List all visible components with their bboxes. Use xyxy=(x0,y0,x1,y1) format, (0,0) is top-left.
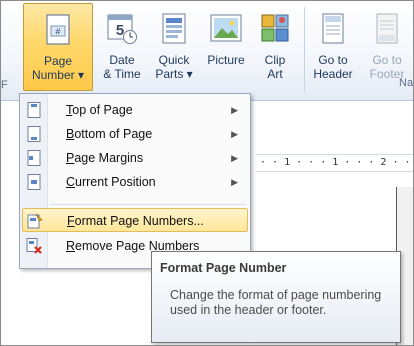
menu-item-bottom-of-page[interactable]: Bottom of Page ▶ xyxy=(22,122,248,146)
tooltip-body: Change the format of page numbering used… xyxy=(170,288,382,317)
menu-item-page-margins[interactable]: Page Margins ▶ xyxy=(22,146,248,170)
menu-item-format-page-numbers[interactable]: Format Page Numbers... xyxy=(22,208,248,232)
page-number-icon: # xyxy=(45,14,71,49)
calendar-number: 5 xyxy=(116,22,124,39)
submenu-arrow-icon: ▶ xyxy=(231,129,238,139)
go-to-header-label-line1: Go to xyxy=(318,53,348,67)
remove-page-numbers-icon xyxy=(26,238,42,254)
submenu-arrow-icon: ▶ xyxy=(231,177,238,187)
menu-item-label: Current Position xyxy=(66,175,156,189)
clip-art-button[interactable]: Clip Art xyxy=(255,3,295,91)
format-page-numbers-icon xyxy=(27,213,43,229)
page-margins-icon xyxy=(26,150,42,166)
submenu-arrow-icon: ▶ xyxy=(231,105,238,115)
submenu-arrow-icon: ▶ xyxy=(231,153,238,163)
date-time-label-line2: & Time xyxy=(103,67,141,81)
menu-item-label: Page Margins xyxy=(66,151,144,165)
go-to-header-icon xyxy=(321,13,345,48)
current-position-icon xyxy=(26,174,42,190)
menu-item-current-position[interactable]: Current Position ▶ xyxy=(22,170,248,194)
quick-parts-label-line2: Parts ▾ xyxy=(155,67,193,81)
clip-art-icon xyxy=(260,13,290,46)
tooltip-title: Format Page Number xyxy=(160,261,287,275)
group-label-partial-left: F xyxy=(1,79,8,91)
go-to-header-button[interactable]: Go to Header xyxy=(309,3,357,91)
clip-art-label-line2: Art xyxy=(267,67,283,81)
menu-item-label: Bottom of Page xyxy=(66,127,153,141)
page-number-label-line2: Number ▾ xyxy=(31,68,85,82)
quick-parts-label-line1: Quick xyxy=(158,53,190,67)
format-page-number-tooltip: Format Page Number Change the format of … xyxy=(151,251,401,343)
date-time-button[interactable]: 5 Date & Time xyxy=(99,3,145,91)
calendar-clock-icon: 5 xyxy=(106,13,138,48)
picture-button[interactable]: Picture xyxy=(201,3,251,91)
bottom-of-page-icon xyxy=(26,126,42,142)
horizontal-ruler[interactable]: · · 1 · · · 1 · · · 2 · · · 3 · · · 4 · xyxy=(256,154,413,172)
ribbon: F # Page Number ▾ 5 Date & Time Quick Pa… xyxy=(1,1,414,101)
page-number-button[interactable]: # Page Number ▾ xyxy=(23,3,93,91)
go-to-footer-label-line1: Go to xyxy=(372,53,402,67)
quick-parts-icon xyxy=(160,13,188,48)
word-window-crop: F # Page Number ▾ 5 Date & Time Quick Pa… xyxy=(0,0,414,346)
menu-item-label: Format Page Numbers... xyxy=(67,214,204,228)
menu-item-label: Top of Page xyxy=(66,103,133,117)
menu-item-top-of-page[interactable]: Top of Page ▶ xyxy=(22,98,248,122)
svg-text:#: # xyxy=(55,27,60,37)
page-number-label-line1: Page xyxy=(43,54,73,68)
clip-art-label-line1: Clip xyxy=(264,53,286,67)
ribbon-group-separator xyxy=(304,7,305,91)
ribbon-group-label-partial: Na xyxy=(399,77,414,89)
top-of-page-icon xyxy=(26,102,42,118)
menu-separator xyxy=(50,204,246,205)
go-to-header-label-line2: Header xyxy=(313,67,353,81)
page-number-menu: Top of Page ▶ Bottom of Page ▶ Page Marg… xyxy=(19,93,251,269)
quick-parts-button[interactable]: Quick Parts ▾ xyxy=(151,3,197,91)
go-to-footer-icon xyxy=(375,13,399,48)
date-time-label-line1: Date xyxy=(109,53,135,67)
picture-label-line1: Picture xyxy=(207,53,245,67)
picture-icon xyxy=(210,13,242,46)
